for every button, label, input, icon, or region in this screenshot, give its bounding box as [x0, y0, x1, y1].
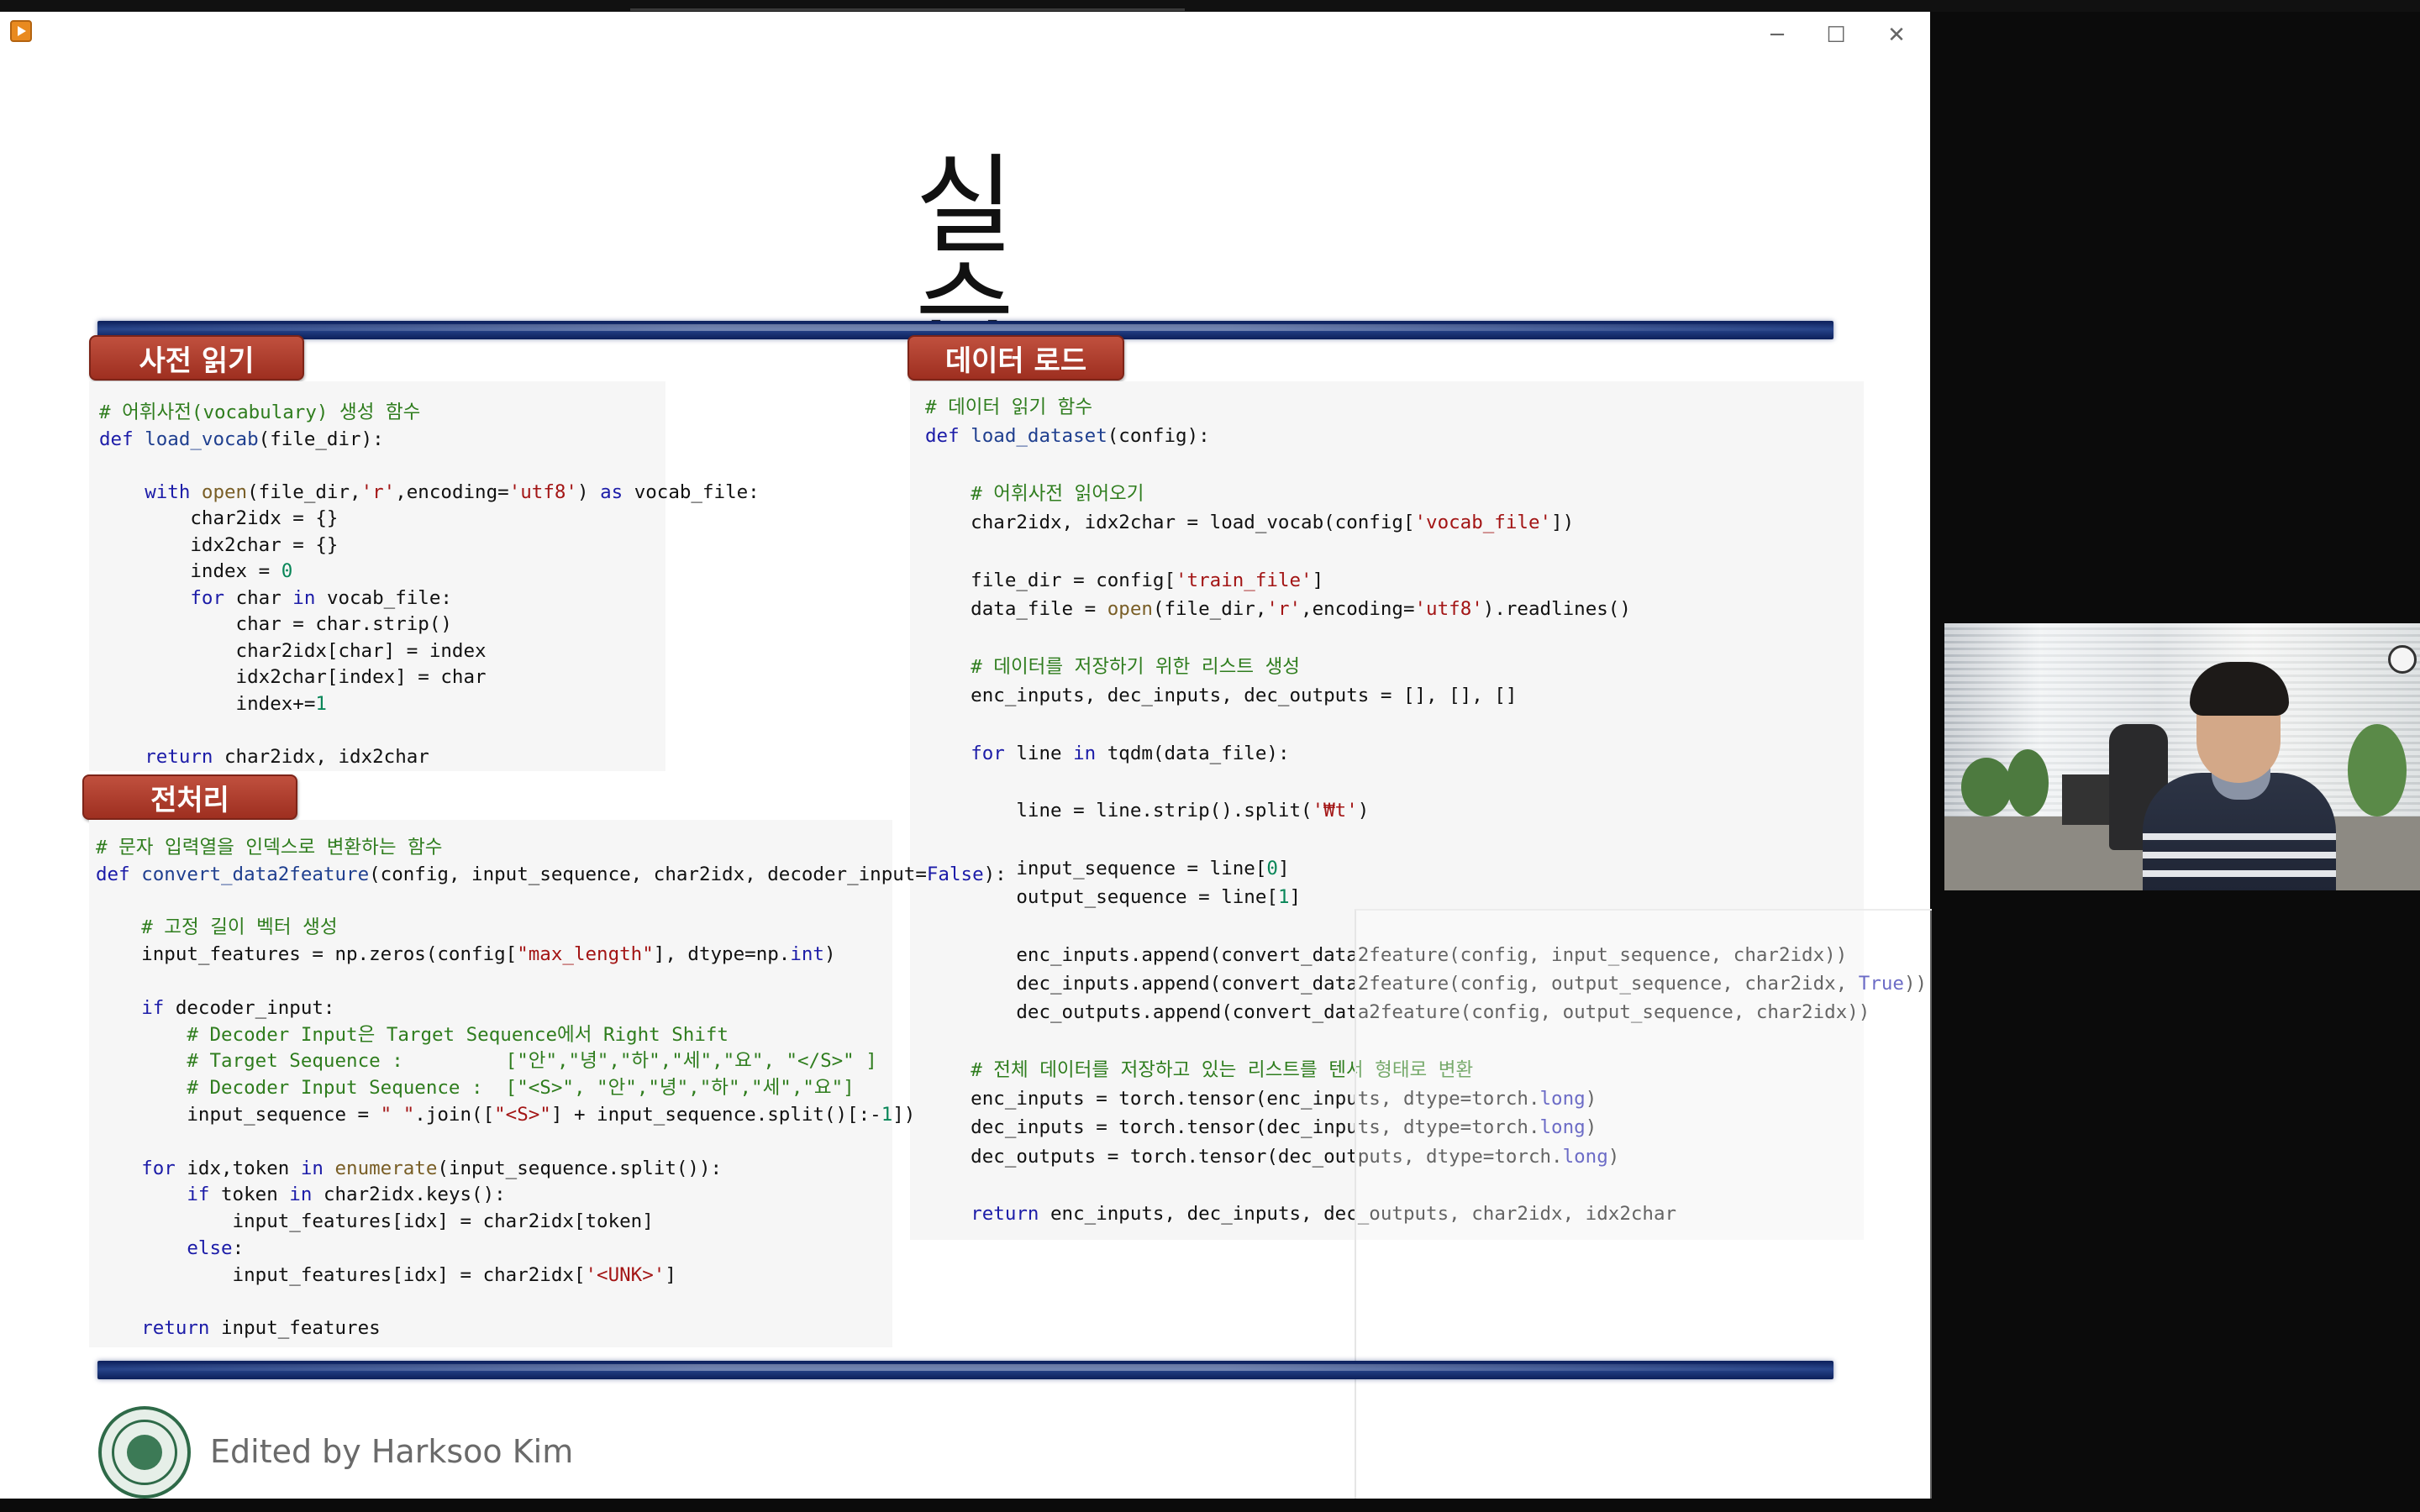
code-line: index = 0	[99, 560, 293, 582]
code-line: # Target Sequence : ["안","녕","하","세","요"…	[187, 1050, 877, 1073]
code-line: if decoder_input:	[141, 996, 335, 1019]
code-vocab: # 어휘사전(vocabulary) 생성 함수 def load_vocab(f…	[89, 381, 760, 770]
overlay-panel	[1355, 909, 1932, 1512]
code-line: return char2idx, idx2char	[145, 745, 429, 768]
code-line: def convert_data2feature(config, input_s…	[96, 863, 1007, 885]
code-line: idx2char[index] = char	[99, 666, 487, 688]
code-line: output_sequence = line[1]	[925, 886, 1302, 909]
code-line: char = char.strip()	[99, 613, 452, 635]
university-seal-icon	[98, 1406, 191, 1499]
code-line: char2idx = {}	[99, 507, 339, 529]
code-line: def load_vocab(file_dir):	[99, 428, 384, 450]
section-label-preprocess: 전처리	[82, 774, 297, 820]
code-line: for idx,token in enumerate(input_sequenc…	[141, 1157, 723, 1179]
code-line: input_features[idx] = char2idx['<UNK>']	[96, 1263, 676, 1286]
code-line: def load_dataset(config):	[925, 425, 1210, 448]
code-line: # 어휘사전(vocabulary) 생성 함수	[99, 402, 421, 423]
code-line: enc_inputs, dec_inputs, dec_outputs = []…	[925, 684, 1518, 706]
code-line: char2idx[char] = index	[99, 639, 487, 662]
code-line: line = line.strip().split('₩t')	[925, 800, 1370, 822]
close-button[interactable]: ✕	[1876, 18, 1918, 52]
minimize-button[interactable]: ─	[1756, 18, 1798, 52]
top-strip	[630, 8, 1185, 11]
code-preprocess: # 문자 입력열을 인덱스로 변환하는 함수 def convert_data2f…	[89, 820, 1007, 1342]
code-line: # Decoder Input Sequence : ["<S>", "안","…	[187, 1077, 855, 1100]
code-line: index+=1	[99, 692, 327, 715]
code-line: input_features = np.zeros(config["max_le…	[96, 943, 836, 966]
code-block-preprocess: # 문자 입력열을 인덱스로 변환하는 함수 def convert_data2f…	[89, 820, 1007, 1347]
code-line: # 고정 길이 벡터 생성	[141, 916, 338, 939]
section-label-vocab: 사전 읽기	[89, 335, 304, 381]
code-line: return input_features	[141, 1317, 381, 1340]
maximize-button[interactable]: ☐	[1815, 18, 1857, 52]
code-line: data_file = open(file_dir,'r',encoding='…	[925, 598, 1631, 621]
code-line: for line in tqdm(data_file):	[971, 742, 1290, 764]
code-line: char2idx, idx2char = load_vocab(config['…	[925, 512, 1575, 534]
screen-bottom-bar	[0, 1499, 2420, 1512]
code-line: with open(file_dir,'r',encoding='utf8') …	[145, 480, 760, 503]
code-line: input_sequence = " ".join(["<S>"] + inpu…	[96, 1103, 916, 1126]
footer-credit: Edited by Harksoo Kim	[210, 1433, 574, 1470]
code-line: file_dir = config['train_file']	[925, 569, 1324, 591]
media-player-icon[interactable]	[10, 20, 32, 42]
code-line: for char in vocab_file:	[190, 586, 452, 609]
slide-viewer-window: ─ ☐ ✕ 실습 사전 읽기 # 어휘사전(vocabulary) 생성 함수 d…	[0, 12, 1932, 1512]
code-line: # 어휘사전 읽어오기	[971, 482, 1144, 505]
code-line: if token in char2idx.keys():	[187, 1184, 506, 1206]
code-line: # 데이터 읽기 함수	[925, 396, 1093, 418]
screen-top-bar	[0, 0, 2420, 12]
code-line: idx2char = {}	[99, 533, 339, 556]
code-line: input_sequence = line[0]	[925, 857, 1290, 879]
code-line: input_features[idx] = char2idx[token]	[96, 1210, 654, 1233]
code-line: # 데이터를 저장하기 위한 리스트 생성	[971, 655, 1300, 678]
code-line: else:	[187, 1236, 245, 1259]
code-line: # 문자 입력열을 인덱스로 변환하는 함수	[96, 837, 443, 858]
section-label-load: 데이터 로드	[908, 335, 1124, 381]
code-block-vocab: # 어휘사전(vocabulary) 생성 함수 def load_vocab(f…	[89, 381, 760, 771]
code-line: # Decoder Input은 Target Sequence에서 Right…	[187, 1023, 729, 1046]
footer-divider	[97, 1361, 1833, 1379]
webcam-video	[1944, 623, 2420, 890]
